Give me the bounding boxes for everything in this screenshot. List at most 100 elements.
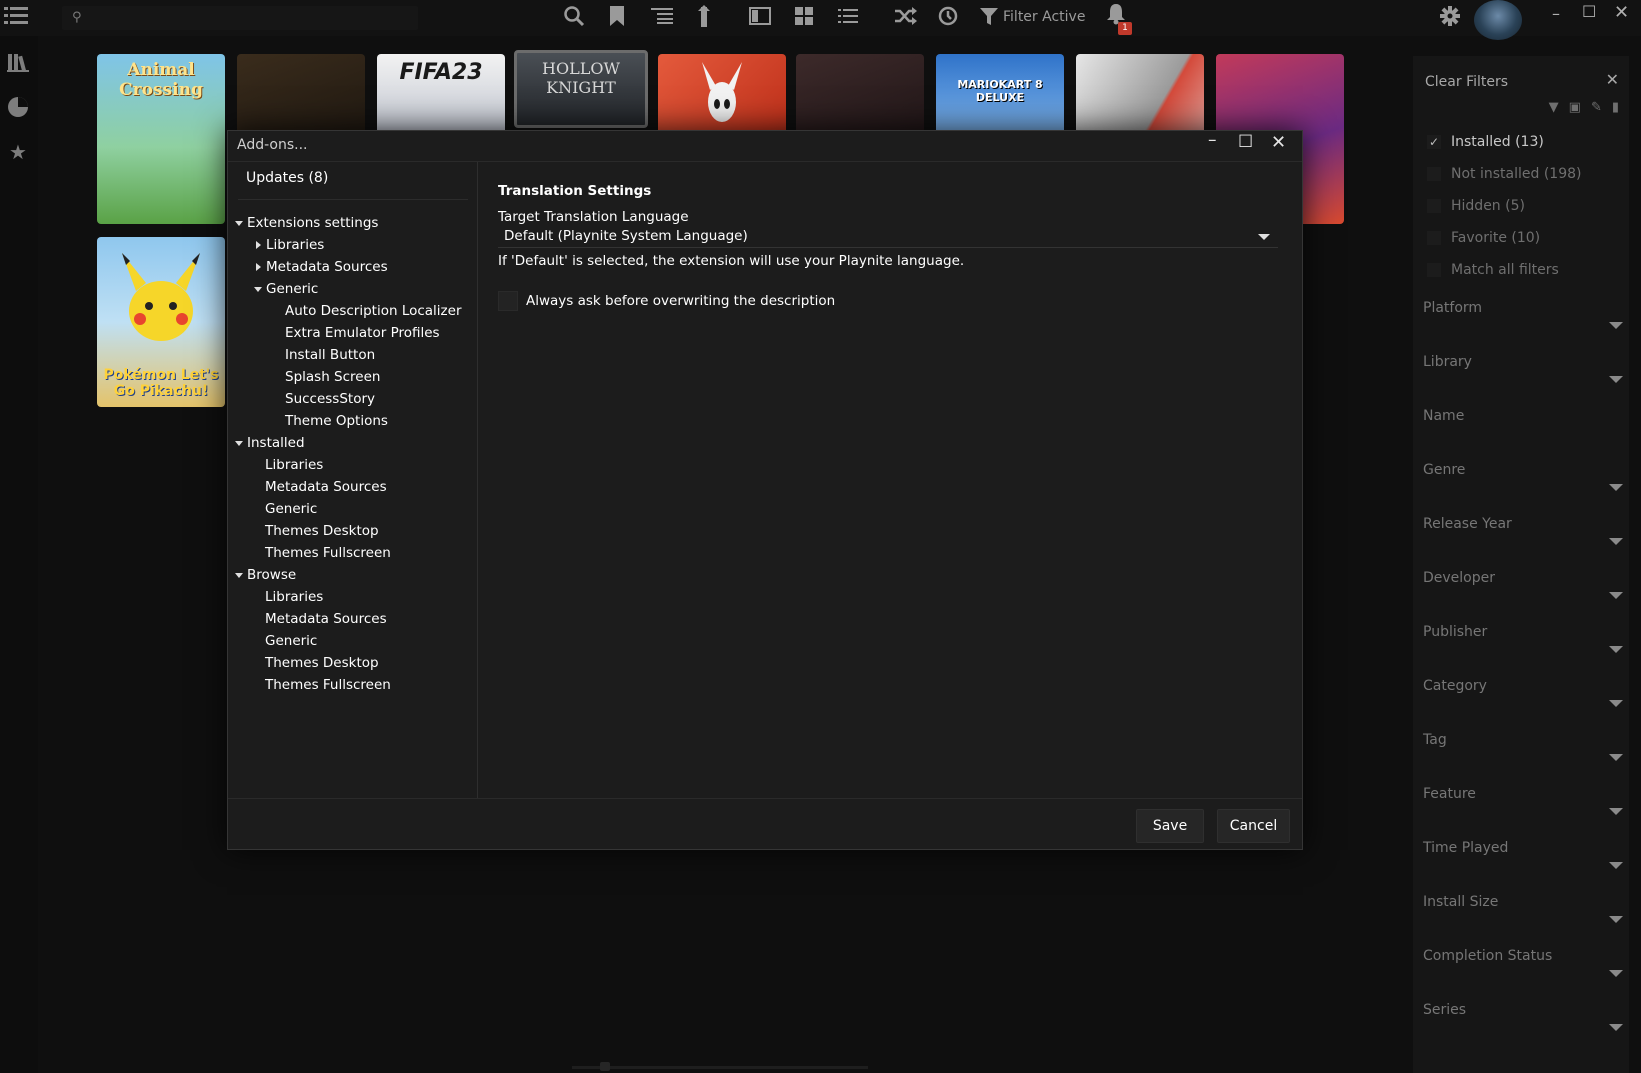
minimize-icon[interactable]: – — [1552, 4, 1560, 23]
bookmark-icon[interactable] — [605, 4, 629, 28]
tree-browse-themes-fullscreen[interactable]: Themes Fullscreen — [265, 677, 391, 693]
filter-series[interactable]: Series — [1423, 1002, 1623, 1031]
checkbox-box[interactable] — [498, 291, 518, 311]
tree-extensions-settings[interactable]: Extensions settings — [235, 215, 378, 231]
filter-tag[interactable]: Tag — [1423, 732, 1623, 761]
stats-pie-icon[interactable] — [6, 96, 30, 120]
tree-browse-generic[interactable]: Generic — [265, 633, 317, 649]
cover-zoom-slider-thumb[interactable] — [600, 1062, 610, 1071]
filter-favorite-checkbox[interactable]: Favorite (10) — [1427, 230, 1540, 246]
language-hint-text: If 'Default' is selected, the extension … — [498, 253, 965, 269]
tree-auto-description-localizer[interactable]: Auto Description Localizer — [285, 303, 462, 319]
addons-navigation-tree: Updates (8) Extensions settings Librarie… — [228, 162, 478, 798]
tree-installed-themes-desktop[interactable]: Themes Desktop — [265, 523, 379, 539]
filter-completion-status[interactable]: Completion Status — [1423, 948, 1623, 977]
chevron-down-icon[interactable]: ▼ — [1549, 100, 1559, 115]
game-cover-animal-crossing[interactable]: Animal Crossing — [97, 54, 225, 224]
dialog-body: Updates (8) Extensions settings Librarie… — [228, 161, 1302, 798]
game-cover-hollow-knight[interactable]: HOLLOW KNIGHT — [514, 50, 648, 128]
filter-active-label: Filter Active — [1003, 9, 1086, 25]
target-language-select[interactable]: Default (Playnite System Language) — [498, 226, 1278, 248]
always-ask-overwrite-label: Always ask before overwriting the descri… — [526, 293, 836, 309]
match-all-filters-checkbox[interactable]: Match all filters — [1427, 262, 1559, 278]
tree-splash-screen[interactable]: Splash Screen — [285, 369, 380, 385]
filter-not-installed-checkbox[interactable]: Not installed (198) — [1427, 166, 1581, 182]
filter-publisher[interactable]: Publisher — [1423, 624, 1623, 653]
expand-icon — [235, 440, 243, 446]
search-small-icon: ⚲ — [72, 10, 82, 25]
filter-hidden-checkbox[interactable]: Hidden (5) — [1427, 198, 1525, 214]
maximize-icon[interactable]: ☐ — [1582, 2, 1596, 21]
search-icon[interactable] — [562, 4, 586, 28]
close-icon[interactable]: ✕ — [1614, 2, 1629, 23]
chevron-down-icon — [1258, 234, 1270, 240]
tree-extra-emulator-profiles[interactable]: Extra Emulator Profiles — [285, 325, 440, 341]
menu-icon[interactable] — [4, 4, 28, 28]
clock-icon[interactable] — [936, 4, 960, 28]
always-ask-overwrite-checkbox[interactable]: Always ask before overwriting the descri… — [498, 291, 835, 311]
updates-item[interactable]: Updates (8) — [246, 170, 328, 186]
tree-browse-metadata-sources[interactable]: Metadata Sources — [265, 611, 387, 627]
notification-badge: 1 — [1118, 22, 1132, 35]
tree-installed-themes-fullscreen[interactable]: Themes Fullscreen — [265, 545, 391, 561]
filter-installed-checkbox[interactable]: ✓ Installed (13) — [1427, 134, 1544, 150]
tree-installed-libraries[interactable]: Libraries — [265, 457, 323, 473]
avatar[interactable] — [1474, 0, 1522, 40]
filter-panel: Clear Filters ✕ ▼ ▣ ✎ ▮ ✓ Installed (13)… — [1413, 56, 1629, 1073]
sort-icon[interactable] — [692, 4, 716, 28]
filter-genre[interactable]: Genre — [1423, 462, 1623, 491]
dialog-minimize-icon[interactable]: – — [1208, 130, 1217, 150]
dialog-maximize-icon[interactable]: ☐ — [1238, 132, 1253, 152]
filter-active-button[interactable]: Filter Active — [980, 8, 1085, 26]
list-view-icon[interactable] — [836, 4, 860, 28]
save-button[interactable]: Save — [1136, 809, 1204, 843]
tree-ext-metadata-sources[interactable]: Metadata Sources — [256, 259, 388, 275]
tree-ext-generic[interactable]: Generic — [254, 281, 318, 297]
gear-icon[interactable] — [1438, 4, 1462, 28]
dialog-title: Add-ons... — [237, 137, 308, 153]
filter-name[interactable]: Name — [1423, 408, 1623, 424]
clear-filters-button[interactable]: Clear Filters — [1425, 74, 1508, 90]
group-list-icon[interactable] — [650, 4, 674, 28]
tree-browse-themes-desktop[interactable]: Themes Desktop — [265, 655, 379, 671]
left-navigation-rail: ★ — [0, 36, 38, 1073]
filter-developer[interactable]: Developer — [1423, 570, 1623, 599]
edit-icon[interactable]: ✎ — [1591, 100, 1602, 115]
delete-icon[interactable]: ▮ — [1612, 100, 1619, 115]
star-icon[interactable]: ★ — [6, 140, 30, 164]
collapse-icon — [256, 263, 261, 271]
filter-category[interactable]: Category — [1423, 678, 1623, 707]
expand-icon — [254, 286, 262, 292]
tree-installed-metadata-sources[interactable]: Metadata Sources — [265, 479, 387, 495]
dialog-close-icon[interactable]: ✕ — [1271, 132, 1286, 153]
filter-time-played[interactable]: Time Played — [1423, 840, 1623, 869]
tree-browse[interactable]: Browse — [235, 567, 296, 583]
tree-browse-libraries[interactable]: Libraries — [265, 589, 323, 605]
chevron-down-icon — [1609, 916, 1623, 923]
chevron-down-icon — [1609, 862, 1623, 869]
cancel-button[interactable]: Cancel — [1217, 809, 1290, 843]
library-icon[interactable] — [6, 52, 30, 76]
tree-installed[interactable]: Installed — [235, 435, 305, 451]
tree-successstory[interactable]: SuccessStory — [285, 391, 375, 407]
save-icon[interactable]: ▣ — [1569, 100, 1581, 115]
filter-release-year[interactable]: Release Year — [1423, 516, 1623, 545]
details-view-icon[interactable] — [748, 4, 772, 28]
filter-platform[interactable]: Platform — [1423, 300, 1623, 329]
filter-install-size[interactable]: Install Size — [1423, 894, 1623, 923]
grid-view-icon[interactable] — [792, 4, 816, 28]
game-cover-pokemon-pikachu[interactable]: Pokémon Let's Go Pikachu! — [97, 237, 225, 407]
chevron-down-icon — [1609, 592, 1623, 599]
filter-library[interactable]: Library — [1423, 354, 1623, 383]
filter-feature[interactable]: Feature — [1423, 786, 1623, 815]
shuffle-icon[interactable] — [894, 4, 918, 28]
tree-ext-libraries[interactable]: Libraries — [256, 237, 324, 253]
tree-theme-options[interactable]: Theme Options — [285, 413, 388, 429]
cover-zoom-slider[interactable] — [572, 1066, 868, 1069]
tree-install-button[interactable]: Install Button — [285, 347, 375, 363]
close-filters-icon[interactable]: ✕ — [1606, 70, 1619, 89]
filter-icon — [980, 8, 998, 25]
chevron-down-icon — [1609, 484, 1623, 491]
tree-installed-generic[interactable]: Generic — [265, 501, 317, 517]
search-input[interactable]: ⚲ — [62, 6, 418, 30]
